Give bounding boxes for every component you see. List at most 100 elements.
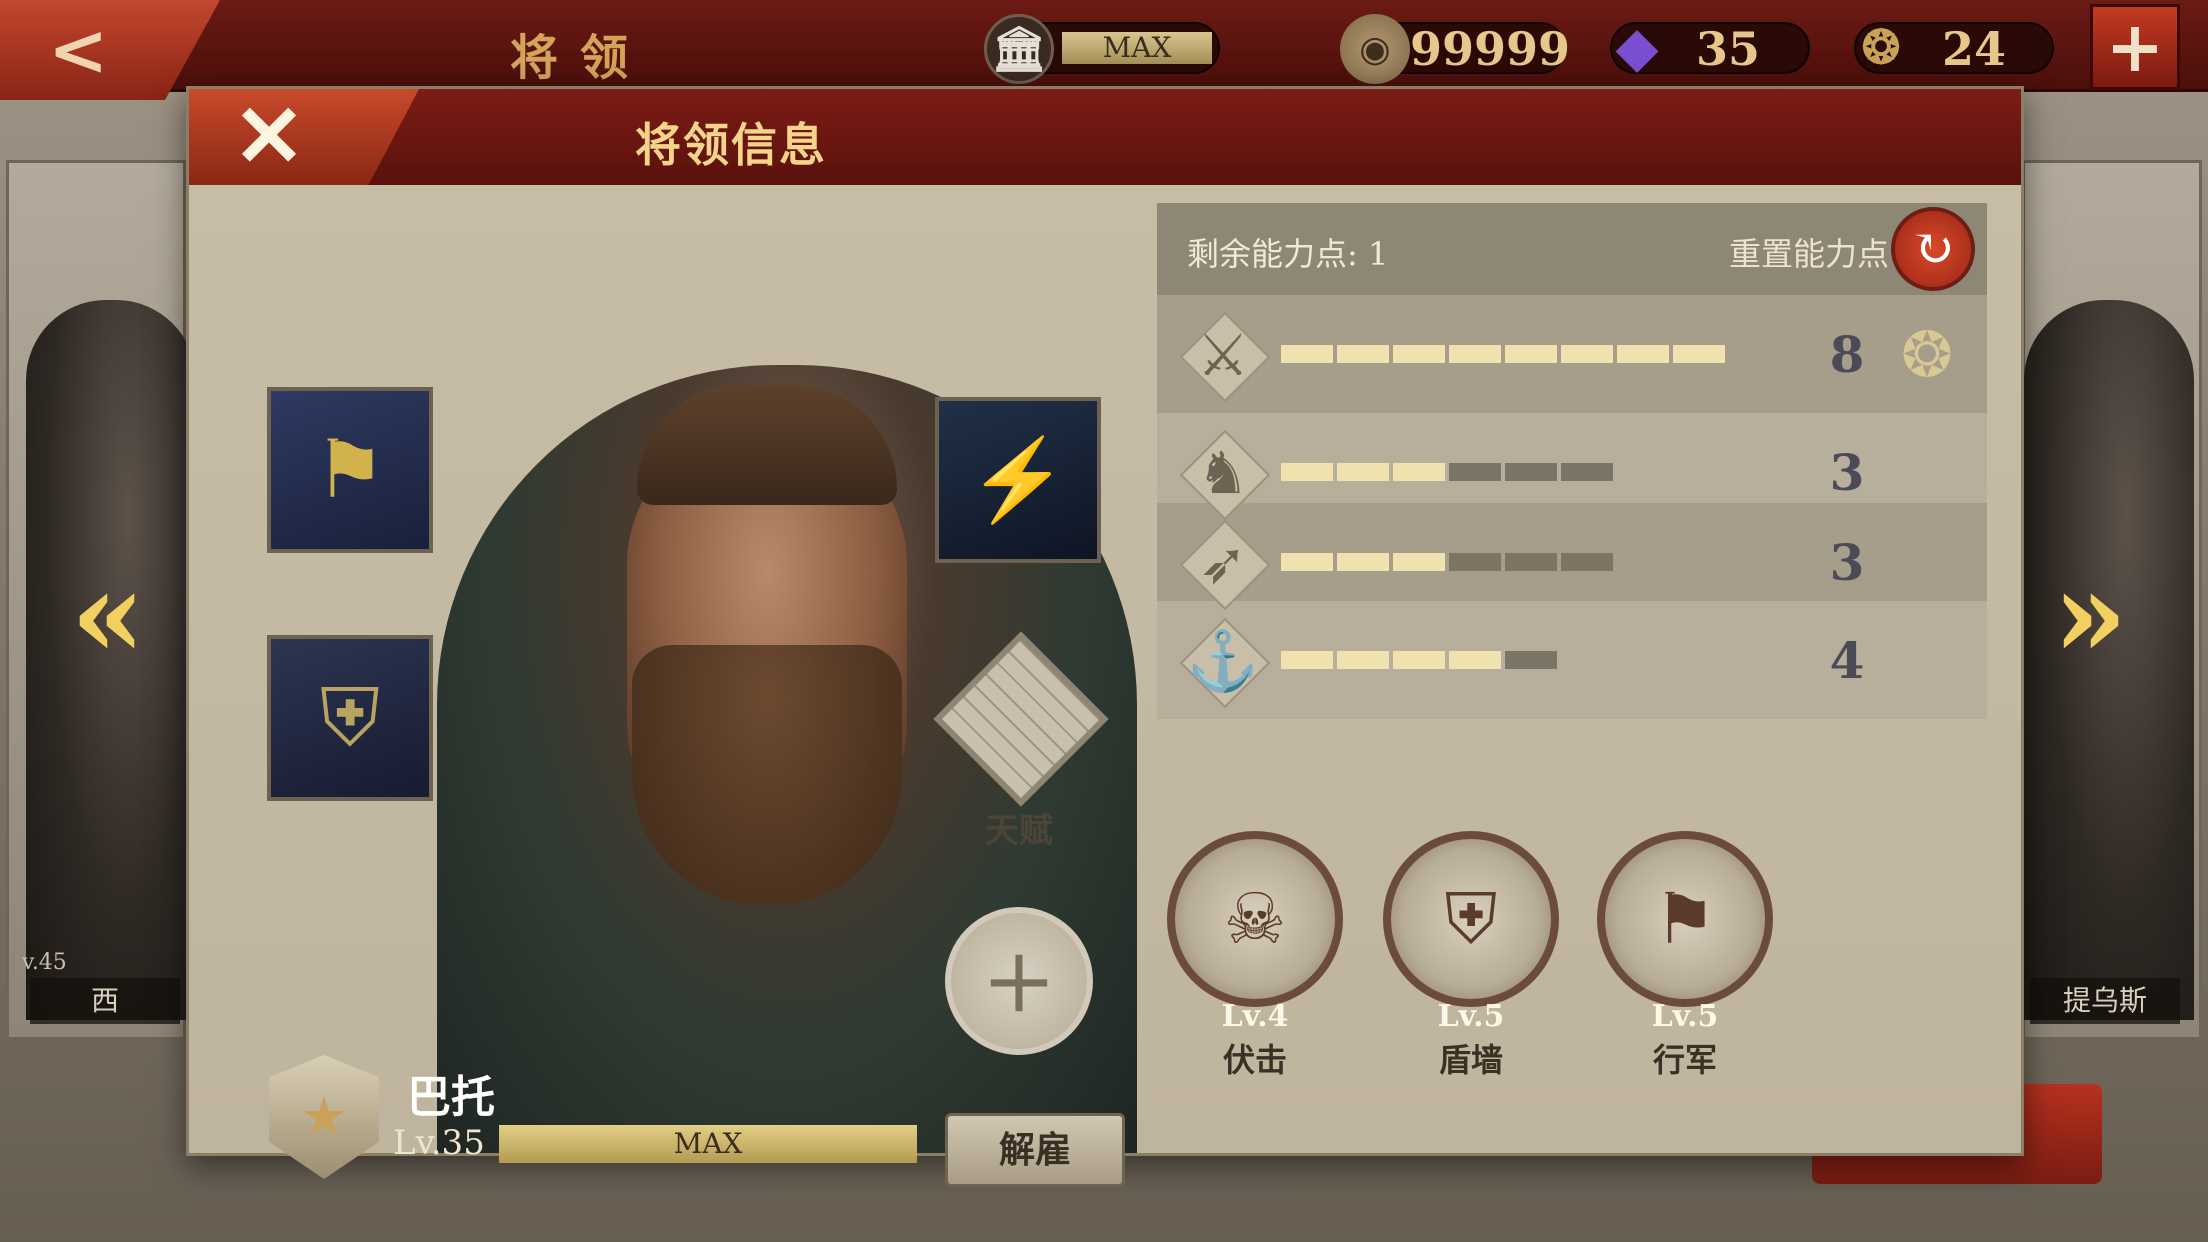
gold-resource[interactable]: ◉ 99999 bbox=[1340, 14, 1570, 84]
previous-general-level: v.45 bbox=[22, 950, 67, 975]
bar-segment-filled bbox=[1617, 345, 1669, 363]
bar-segment-empty bbox=[1505, 463, 1557, 481]
close-icon: ✕ bbox=[233, 86, 306, 187]
attribute-panel: 剩余能力点: 1 重置能力点 ↻ ⚔ 8 ❂ ♞ 3 ➶ 3 ⚓ 4 bbox=[1157, 203, 1987, 807]
laurel-value: 24 bbox=[1942, 22, 2007, 76]
close-button[interactable]: ✕ bbox=[189, 89, 419, 185]
gem-value: 35 bbox=[1696, 22, 1761, 76]
previous-general-name: 西 bbox=[30, 978, 180, 1024]
attribute-bar bbox=[1281, 553, 1613, 571]
previous-general-arrow[interactable]: « bbox=[68, 555, 148, 675]
chevron-left-icon: < bbox=[48, 7, 109, 92]
bar-segment-empty bbox=[1561, 553, 1613, 571]
attribute-value: 8 bbox=[1829, 325, 1865, 384]
gem-icon: ◆ bbox=[1615, 14, 1659, 80]
bar-segment-filled bbox=[1337, 651, 1389, 669]
top-bar: < 将领 🏛 MAX ◉ 99999 ◆ 35 ❂ 24 + bbox=[0, 0, 2208, 100]
bar-segment-filled bbox=[1393, 463, 1445, 481]
march-icon: ⚑ bbox=[1597, 831, 1773, 1007]
attribute-row-infantry[interactable]: ⚔ 8 ❂ bbox=[1157, 295, 1987, 413]
shield-icon: ⚡ bbox=[968, 433, 1068, 526]
reset-points-button[interactable]: ↻ bbox=[1891, 207, 1975, 291]
skill-level: Lv.5 bbox=[1437, 999, 1505, 1034]
equipment-slot-banner[interactable]: ⚑ bbox=[267, 387, 433, 553]
bar-segment-filled bbox=[1281, 651, 1333, 669]
talent-icon bbox=[933, 631, 1109, 807]
horse-icon: ♞ bbox=[1181, 431, 1265, 515]
skill-name: 盾墙 bbox=[1438, 1041, 1503, 1079]
plus-icon: + bbox=[2105, 5, 2165, 88]
attribute-bar bbox=[1281, 651, 1557, 669]
bar-segment-filled bbox=[1393, 651, 1445, 669]
bar-segment-filled bbox=[1393, 345, 1445, 363]
attribute-row-navy[interactable]: ⚓ 4 bbox=[1157, 601, 1987, 719]
next-general-arrow[interactable]: » bbox=[2050, 555, 2130, 675]
skill-name: 行军 bbox=[1652, 1041, 1717, 1079]
skill-ambush[interactable]: ☠ Lv.4 伏击 bbox=[1165, 831, 1345, 1079]
bar-segment-empty bbox=[1449, 463, 1501, 481]
bar-segment-filled bbox=[1281, 463, 1333, 481]
page-title: 将领 bbox=[509, 30, 650, 86]
spqr-banner-icon: ⚑ bbox=[314, 423, 386, 516]
armor-icon: ⛨ bbox=[320, 671, 380, 764]
portrait-hair bbox=[637, 385, 897, 505]
skill-level: Lv.4 bbox=[1221, 999, 1289, 1034]
talent-label: 天赋 bbox=[985, 811, 1053, 851]
equipment-slot-shield[interactable]: ⚡ bbox=[935, 397, 1101, 563]
bar-segment-empty bbox=[1505, 651, 1557, 669]
back-button[interactable]: < bbox=[0, 0, 220, 100]
reset-points-label: 重置能力点 bbox=[1729, 235, 1890, 273]
attribute-value: 4 bbox=[1829, 631, 1865, 690]
dismiss-button[interactable]: 解雇 bbox=[945, 1113, 1125, 1187]
portrait-beard bbox=[632, 645, 902, 905]
shield-wall-icon: ⛨ bbox=[1383, 831, 1559, 1007]
dialog-title: 将领信息 bbox=[635, 118, 827, 172]
bar-segment-filled bbox=[1449, 345, 1501, 363]
next-general-name: 提乌斯 bbox=[2030, 978, 2180, 1024]
equipment-slot-armor[interactable]: ⛨ bbox=[267, 635, 433, 801]
bar-segment-empty bbox=[1505, 553, 1557, 571]
attribute-header: 剩余能力点: 1 重置能力点 ↻ bbox=[1157, 203, 1987, 295]
gold-value: 99999 bbox=[1410, 22, 1571, 76]
bar-segment-empty bbox=[1449, 553, 1501, 571]
attribute-value: 3 bbox=[1829, 443, 1865, 502]
medal-icon: ❂ bbox=[1901, 318, 1953, 391]
skill-name: 伏击 bbox=[1222, 1041, 1287, 1079]
bar-segment-filled bbox=[1673, 345, 1725, 363]
temple-icon: 🏛 bbox=[984, 14, 1054, 84]
skill-march[interactable]: ⚑ Lv.5 行军 bbox=[1595, 831, 1775, 1079]
ambush-icon: ☠ bbox=[1167, 831, 1343, 1007]
dialog-header: ✕ 将领信息 bbox=[189, 89, 2021, 185]
refresh-icon: ↻ bbox=[1911, 219, 1955, 279]
gem-resource[interactable]: ◆ 35 bbox=[1610, 14, 1810, 80]
attribute-bar bbox=[1281, 345, 1725, 363]
talent-button[interactable]: 天赋 bbox=[931, 631, 1109, 851]
general-info-dialog: ✕ 将领信息 ⚑ ⛨ ⚡ 天赋 + ★ 巴托 Lv.35 MAX 解雇 剩余能力… bbox=[186, 86, 2024, 1187]
dialog-body: ⚑ ⛨ ⚡ 天赋 + ★ 巴托 Lv.35 MAX 解雇 剩余能力点: 1 重置 bbox=[189, 185, 2021, 1187]
bar-segment-filled bbox=[1281, 345, 1333, 363]
remaining-points-label: 剩余能力点: 1 bbox=[1187, 235, 1389, 273]
attribute-value: 3 bbox=[1829, 533, 1865, 592]
bar-segment-filled bbox=[1337, 553, 1389, 571]
bar-segment-filled bbox=[1281, 553, 1333, 571]
anchor-icon: ⚓ bbox=[1181, 619, 1265, 703]
bow-icon: ➶ bbox=[1181, 521, 1265, 605]
treasury-value: MAX bbox=[1062, 32, 1212, 64]
add-resource-button[interactable]: + bbox=[2090, 4, 2180, 90]
bar-segment-filled bbox=[1393, 553, 1445, 571]
skill-shield-wall[interactable]: ⛨ Lv.5 盾墙 bbox=[1381, 831, 1561, 1079]
bar-segment-filled bbox=[1505, 345, 1557, 363]
star-icon: ★ bbox=[299, 1085, 349, 1148]
treasury-resource[interactable]: 🏛 MAX bbox=[984, 14, 1220, 84]
bar-segment-filled bbox=[1337, 345, 1389, 363]
sword-icon: ⚔ bbox=[1181, 313, 1265, 397]
general-level: Lv.35 bbox=[393, 1123, 485, 1163]
coin-icon: ◉ bbox=[1340, 14, 1410, 84]
laurel-resource[interactable]: ❂ 24 bbox=[1854, 20, 2054, 76]
bar-segment-filled bbox=[1449, 651, 1501, 669]
experience-bar: MAX bbox=[499, 1125, 917, 1163]
bar-segment-empty bbox=[1561, 463, 1613, 481]
add-skill-button[interactable]: + bbox=[945, 907, 1093, 1055]
general-name: 巴托 bbox=[407, 1072, 495, 1123]
laurel-emblem-icon: ❂ bbox=[1861, 20, 1901, 74]
